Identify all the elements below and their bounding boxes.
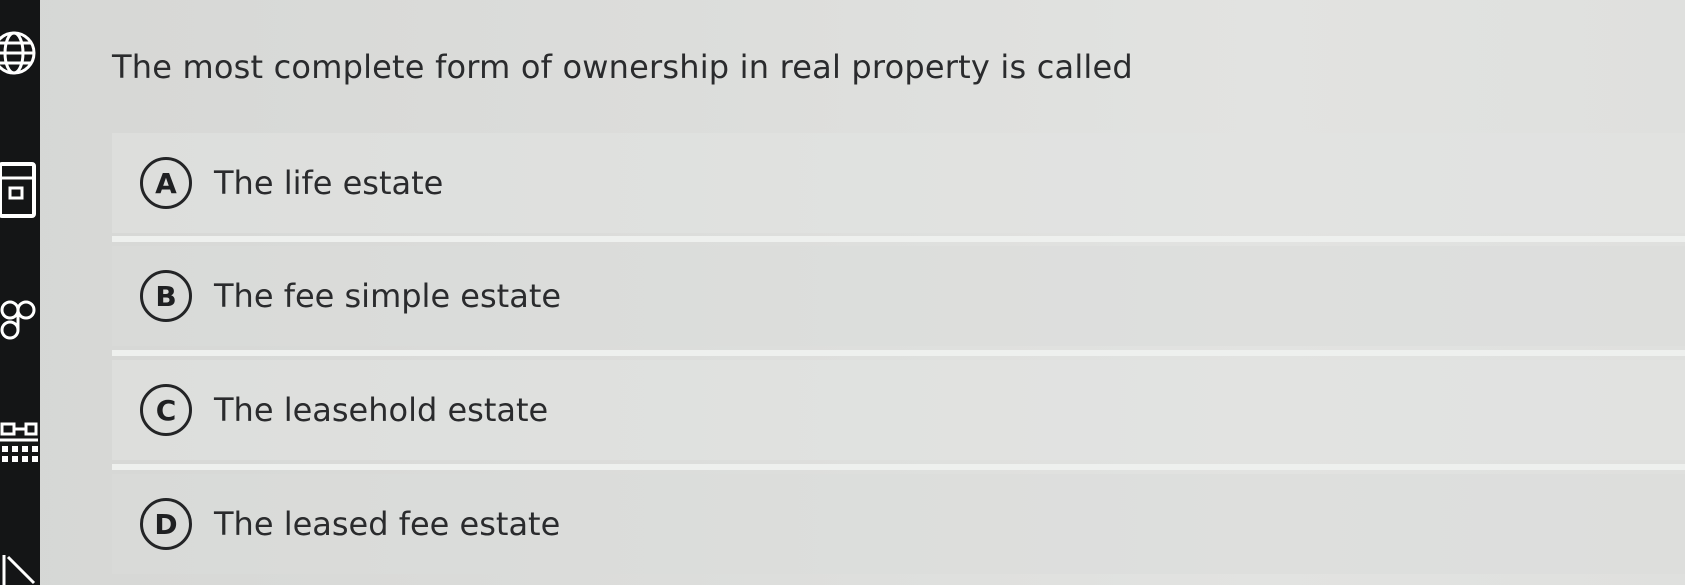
option-d[interactable]: D The leased fee estate (112, 474, 1685, 574)
collapse-icon[interactable] (0, 555, 40, 585)
glasses-icon[interactable] (0, 290, 40, 350)
option-letter-badge: C (140, 384, 192, 436)
option-label: The life estate (214, 164, 444, 202)
globe-icon[interactable] (0, 28, 40, 78)
option-label: The leased fee estate (214, 505, 561, 543)
calculator-icon[interactable] (0, 160, 40, 220)
grid-icon[interactable] (0, 420, 40, 480)
option-label: The leasehold estate (214, 391, 549, 429)
divider (112, 350, 1685, 356)
option-b[interactable]: B The fee simple estate (112, 246, 1685, 346)
option-letter-badge: B (140, 270, 192, 322)
divider (112, 236, 1685, 242)
divider (112, 464, 1685, 470)
option-letter-badge: D (140, 498, 192, 550)
option-c[interactable]: C The leasehold estate (112, 360, 1685, 460)
question-text: The most complete form of ownership in r… (112, 48, 1133, 86)
question-panel: The most complete form of ownership in r… (40, 0, 1685, 585)
tool-sidebar (0, 0, 40, 585)
option-label: The fee simple estate (214, 277, 562, 315)
option-a[interactable]: A The life estate (112, 133, 1685, 233)
option-letter-badge: A (140, 157, 192, 209)
